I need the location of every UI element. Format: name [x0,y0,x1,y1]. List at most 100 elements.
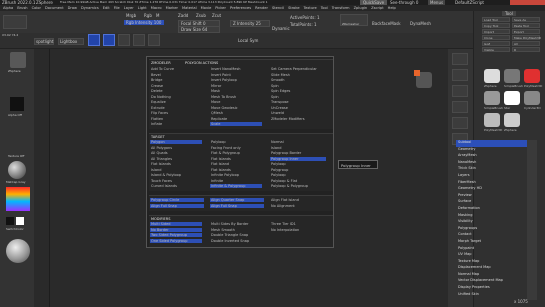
menu-option[interactable]: Touch Faces [151,179,172,183]
zadd-button[interactable]: Zadd [178,13,188,18]
menu-option[interactable]: One Sided Polygroup [151,239,187,243]
menu-option[interactable]: Insert NanoMesh [211,67,241,71]
bpr-button[interactable] [452,53,468,65]
subpalette-nanomesh[interactable]: NanoMesh [456,160,528,167]
menu-option[interactable]: Double Triangle Snap [211,233,248,237]
subpalette-vector-displacement-map[interactable]: Vector Displacement Map [456,278,528,285]
menu-option[interactable]: Flatten [151,117,163,121]
menu-option[interactable]: QMesh [211,111,223,115]
tool-thumb-cylinder3d[interactable] [524,91,540,105]
menu-option[interactable]: Do Nothing [151,95,171,99]
backface-mask-toggle[interactable]: BackfaceMask [372,21,401,26]
menu-option[interactable]: Flat Islands [211,157,231,161]
alignment-option[interactable]: Align Flat Island [271,198,299,202]
tool-button-11[interactable]: R [512,47,540,52]
menu-option[interactable]: Inflate [151,122,162,126]
draw-size-slider[interactable]: Draw Size 64 [178,26,220,33]
subpalette-contact[interactable]: Contact [456,232,528,239]
subpalette-normal-map[interactable]: Normal Map [456,272,528,279]
subpalette-surface[interactable]: Surface [456,199,528,206]
menu-option[interactable]: All Quads [151,151,168,155]
subpalette-preview[interactable]: Preview [456,193,528,200]
menu-option[interactable]: Spin [271,84,279,88]
subpalette-deformation[interactable]: Deformation [456,206,528,213]
subpalette-geometry-hd[interactable]: Geometry HD [456,186,528,193]
tool-button-6[interactable]: Clone [482,35,510,40]
tool-thumb-star[interactable] [504,91,520,105]
move-button[interactable] [118,34,130,46]
tool-thumb-zsphere[interactable] [504,113,520,127]
subpalette-polygroups[interactable]: Polygroups [456,226,528,233]
subpalette-layers[interactable]: Layers [456,173,528,180]
spotlight-button[interactable]: spotlight [34,38,54,45]
tool-thumb-polymesh3d[interactable] [484,113,500,127]
subpalette-uv-map[interactable]: UV Map [456,252,528,259]
zsphere-tool-thumb[interactable] [10,52,26,68]
menu-option[interactable]: Three Tier ID1 [271,222,296,226]
spix-button[interactable] [452,69,468,81]
menu-option[interactable]: Set Camera Perpendicular [271,67,317,71]
edit-button[interactable] [88,34,100,46]
subpalette-arraymesh[interactable]: ArrayMesh [456,153,528,160]
menu-option[interactable]: Move Geodesic [211,106,238,110]
menu-option[interactable]: Multi Sides By Border [211,222,249,226]
alignment-option[interactable]: Polygroup Circle [151,198,179,202]
switch-color-label[interactable]: SwitchColor [6,227,24,232]
menu-option[interactable]: Bridge [151,78,162,82]
menu-option[interactable]: UnCrease [271,106,288,110]
menu-option[interactable]: Infinite & Polygroup [211,184,245,188]
subpalette-morph-target[interactable]: Morph Target [456,239,528,246]
menu-option[interactable]: Infinite [211,179,223,183]
menu-option[interactable]: No Interpolation [271,228,299,232]
menu-option[interactable]: Mesh To Brush [211,95,236,99]
menu-option[interactable]: Flat Islands [151,162,171,166]
menu-option[interactable]: Smooth [271,78,285,82]
menu-option[interactable]: Add To Curve [151,67,174,71]
menu-option[interactable]: Extrude [151,106,165,110]
menu-option[interactable]: Double Inverted Snap [211,239,249,243]
menu-option[interactable]: Mask [211,89,220,93]
menu-option[interactable]: Normal [271,140,284,144]
tool-button-8[interactable]: GoZ [482,41,510,46]
projection-master-button[interactable] [3,15,27,29]
zremesher-button[interactable]: ZRemesher [340,14,368,26]
zoom-button[interactable] [452,101,468,113]
menu-option[interactable]: Insert Point [211,73,231,77]
menu-option[interactable]: Two Sided Polygroup [151,233,187,237]
menu-option[interactable]: Delete [151,89,163,93]
menu-option[interactable]: Flat & Polygroup [211,151,240,155]
menu-option[interactable]: Insert Polyloop [211,78,237,82]
menu-option[interactable]: Equalize [151,100,166,104]
menu-option[interactable]: Curved Islands [151,184,177,188]
subpalette-unified-skin[interactable]: Unified Skin [456,292,528,299]
menu-option[interactable]: Polygroup [271,168,288,172]
z-intensity-slider[interactable]: Z Intensity 25 [230,20,270,27]
menu-option[interactable]: Polyloop & Flat [271,179,297,183]
tool-button-9[interactable]: All [512,41,540,46]
color-picker[interactable] [6,187,30,211]
menu-option[interactable]: Bevel [151,73,161,77]
subpalette-thick-skin[interactable]: Thick Skin [456,166,528,173]
menu-option[interactable]: Slide Mesh [271,73,290,77]
menu-option[interactable]: Polyloop [211,140,226,144]
menu-option[interactable]: Polygroup Inner [271,157,299,161]
local-sym-toggle[interactable]: Local Sym [238,38,258,43]
tool-button-1[interactable]: Save As [512,17,540,22]
menu-option[interactable]: Transpose [271,100,289,104]
secondary-color-swatch[interactable] [16,217,24,225]
alignment-option[interactable]: Align Quarter Snap [211,198,244,202]
tool-button-10[interactable]: Visible [482,47,510,52]
menu-option[interactable]: All Triangles [151,157,172,161]
scale-button[interactable] [133,34,145,46]
rgb-intensity-slider[interactable]: Rgb Intensity 100 [124,20,164,25]
menu-option[interactable]: Flat Islands [211,168,231,172]
alignment-option[interactable]: No Alignment [271,204,295,208]
subpalette-polypaint[interactable]: Polypaint [456,246,528,253]
tool-scrollbar[interactable] [527,140,537,300]
menu-option[interactable]: Island [151,168,161,172]
menu-option[interactable]: Mirror [211,84,221,88]
menu-option[interactable]: Unweld [271,111,284,115]
menu-option[interactable]: Multi Sided [151,222,170,226]
menu-option[interactable]: Spin [271,95,279,99]
menu-option[interactable]: Polygroup Border [271,151,301,155]
